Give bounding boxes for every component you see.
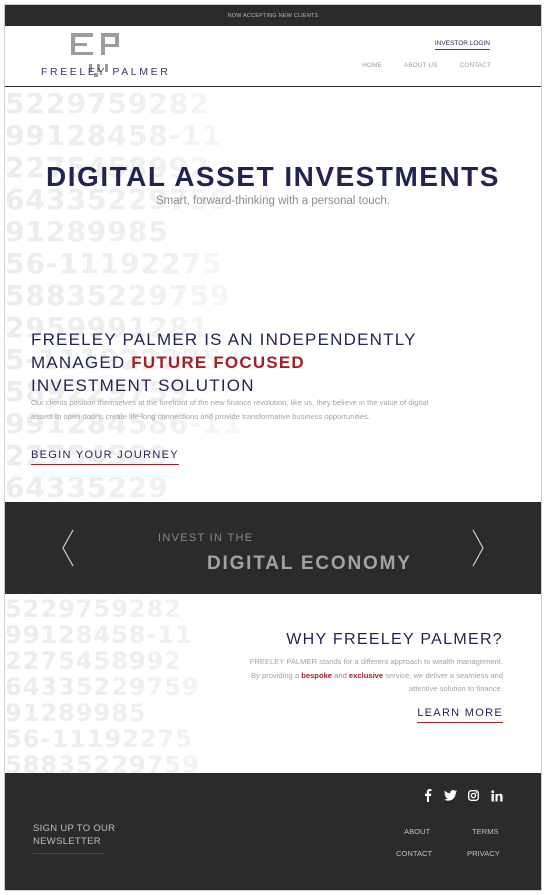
- why-exclusive: exclusive: [348, 670, 384, 680]
- announcement-text: NOW ACCEPTING NEW CLIENTS: [227, 12, 319, 19]
- why-paragraph: FREELEY PALMER stands for a different ap…: [183, 655, 503, 696]
- social-links: [421, 789, 503, 802]
- logo[interactable]: FREELEY PALMER: [39, 32, 189, 82]
- instagram-icon[interactable]: [467, 789, 480, 802]
- announcement-bar: NOW ACCEPTING NEW CLIENTS: [5, 5, 541, 26]
- why-title: WHY FREELEY PALMER?: [286, 631, 503, 648]
- why-line3: attentive solution to finance.: [408, 684, 503, 693]
- why-section: 522975928299128458-112275458992643352297…: [5, 595, 541, 773]
- newsletter-line1: SIGN UP TO OUR: [33, 823, 116, 834]
- footer-about-link[interactable]: ABOUT: [404, 827, 430, 836]
- hero-paragraph: Our clients position themselves at the f…: [31, 398, 429, 421]
- investor-login-link[interactable]: INVESTOR LOGIN: [434, 40, 490, 50]
- footer-contact-link[interactable]: CONTACT: [396, 849, 432, 858]
- why-line2-end: service, we deliver a seamless and: [383, 670, 503, 680]
- newsletter-signup[interactable]: SIGN UP TO OUR NEWSLETTER: [33, 822, 133, 854]
- why-line2-start: By providing a: [250, 670, 302, 680]
- why-line1: FREELEY PALMER stands for a different ap…: [249, 657, 503, 666]
- banner-line2: DIGITAL ECONOMY: [207, 553, 412, 574]
- begin-journey-link[interactable]: BEGIN YOUR JOURNEY: [31, 449, 179, 465]
- hero-subtitle: Smart, forward-thinking with a personal …: [156, 195, 390, 207]
- nav-home[interactable]: HOME: [362, 62, 382, 69]
- site-footer: SIGN UP TO OUR NEWSLETTER ABOUT TERMS CO…: [5, 773, 541, 890]
- why-and: and: [332, 670, 349, 680]
- hero-heading-line1: FREELEY PALMER IS AN INDEPENDENTLY: [31, 330, 417, 349]
- nav-about-us[interactable]: ABOUT US: [404, 62, 438, 69]
- why-bespoke: bespoke: [301, 670, 333, 680]
- main-nav: HOME ABOUT US CONTACT: [362, 62, 491, 69]
- newsletter-line2: NEWSLETTER: [33, 836, 101, 847]
- linkedin-icon[interactable]: [490, 789, 503, 802]
- twitter-icon[interactable]: [444, 789, 457, 802]
- why-line2: By providing a bespoke and exclusive ser…: [183, 669, 503, 683]
- hero-heading-line2: MANAGED FUTURE FOCUSED: [31, 351, 417, 374]
- footer-privacy-link[interactable]: PRIVACY: [467, 849, 500, 858]
- newsletter-underline: [33, 853, 104, 854]
- next-arrow-icon[interactable]: [471, 528, 485, 568]
- learn-more-link[interactable]: LEARN MORE: [417, 707, 503, 723]
- facebook-icon[interactable]: [421, 789, 434, 802]
- hero-title: DIGITAL ASSET INVESTMENTS: [46, 161, 500, 192]
- logo-text: FREELEY PALMER: [41, 66, 171, 78]
- hero-heading: FREELEY PALMER IS AN INDEPENDENTLY MANAG…: [31, 328, 417, 397]
- footer-terms-link[interactable]: TERMS: [472, 827, 499, 836]
- hero-section: 522975928299128458-112275458992643352297…: [5, 88, 541, 502]
- hero-heading-managed: MANAGED: [31, 353, 132, 372]
- digital-economy-banner: INVEST IN THE DIGITAL ECONOMY: [5, 502, 541, 594]
- site-header: FREELEY PALMER INVESTOR LOGIN HOME ABOUT…: [5, 26, 541, 87]
- hero-heading-future-focused: FUTURE FOCUSED: [131, 353, 305, 372]
- previous-arrow-icon[interactable]: [61, 528, 75, 568]
- page-frame: NOW ACCEPTING NEW CLIENTS FREELEY PALMER…: [4, 4, 542, 891]
- banner-line1: INVEST IN THE: [158, 532, 254, 544]
- hero-fade-overlay: [5, 88, 541, 502]
- nav-contact[interactable]: CONTACT: [460, 62, 491, 69]
- hero-heading-line3: INVESTMENT SOLUTION: [31, 376, 255, 395]
